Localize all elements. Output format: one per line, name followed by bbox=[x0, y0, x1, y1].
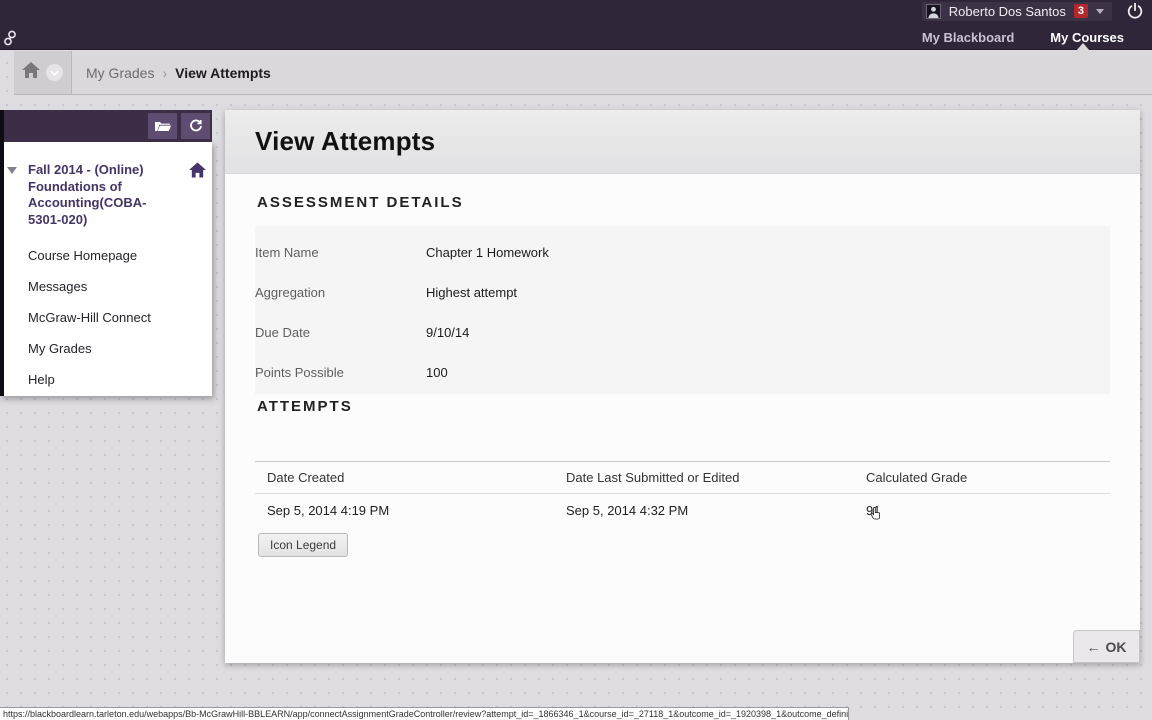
field-row-aggregation: Aggregation Highest attempt bbox=[255, 278, 1110, 318]
global-nav: My Blackboard My Courses bbox=[922, 24, 1124, 50]
breadcrumb-separator: › bbox=[162, 65, 167, 81]
sidebar-left-edge bbox=[0, 110, 4, 396]
field-label: Aggregation bbox=[255, 285, 426, 300]
attempts-heading: ATTEMPTS bbox=[257, 398, 1140, 415]
tab-my-blackboard[interactable]: My Blackboard bbox=[922, 30, 1014, 45]
column-header-calculated-grade: Calculated Grade bbox=[854, 462, 1110, 494]
notification-badge[interactable]: 3 bbox=[1074, 4, 1088, 18]
breadcrumb-item-my-grades[interactable]: My Grades bbox=[86, 65, 154, 81]
sidebar-item-my-grades[interactable]: My Grades bbox=[0, 333, 212, 364]
field-value: 9/10/14 bbox=[426, 325, 469, 340]
avatar bbox=[926, 4, 941, 19]
course-menu-folder-icon[interactable] bbox=[148, 113, 177, 139]
breadcrumb: My Grades › View Attempts bbox=[72, 65, 271, 81]
course-home-icon[interactable] bbox=[189, 162, 206, 178]
column-header-date-created: Date Created bbox=[255, 462, 554, 494]
sidebar-item-mcgraw-hill-connect[interactable]: McGraw-Hill Connect bbox=[0, 302, 212, 333]
user-menu[interactable]: Roberto Dos Santos 3 bbox=[922, 2, 1112, 21]
breadcrumb-expand-icon[interactable] bbox=[46, 64, 63, 81]
page-header: View Attempts bbox=[225, 110, 1140, 174]
sidebar-toolbar bbox=[0, 110, 212, 142]
column-header-date-submitted: Date Last Submitted or Edited bbox=[554, 462, 854, 494]
ok-button-label: OK bbox=[1106, 639, 1127, 655]
field-label: Due Date bbox=[255, 325, 426, 340]
refresh-icon[interactable] bbox=[181, 113, 210, 139]
course-title-link[interactable]: Fall 2014 - (Online) Foundations of Acco… bbox=[28, 162, 166, 228]
assessment-details-heading: ASSESSMENT DETAILS bbox=[257, 194, 1140, 211]
sidebar-item-help[interactable]: Help bbox=[0, 364, 212, 395]
attempts-table: Date Created Date Last Submitted or Edit… bbox=[255, 461, 1110, 527]
field-row-item-name: Item Name Chapter 1 Homework bbox=[255, 238, 1110, 278]
top-bar: Roberto Dos Santos 3 My Blackboard My Co… bbox=[0, 0, 1152, 50]
sidebar-item-messages[interactable]: Messages bbox=[0, 271, 212, 302]
course-menu: Course Homepage Messages McGraw-Hill Con… bbox=[0, 240, 212, 395]
home-icon[interactable] bbox=[22, 62, 40, 83]
content-panel: View Attempts ASSESSMENT DETAILS Item Na… bbox=[225, 110, 1140, 663]
icon-legend-button[interactable]: Icon Legend bbox=[258, 533, 348, 557]
field-row-points-possible: Points Possible 100 bbox=[255, 358, 1110, 384]
assessment-details-box: Item Name Chapter 1 Homework Aggregation… bbox=[255, 226, 1110, 394]
page-title: View Attempts bbox=[255, 126, 435, 157]
breadcrumb-bar: My Grades › View Attempts bbox=[14, 51, 1152, 95]
back-arrow-icon: ← bbox=[1087, 639, 1101, 655]
field-label: Item Name bbox=[255, 245, 426, 260]
attempts-table-header-row: Date Created Date Last Submitted or Edit… bbox=[255, 462, 1110, 494]
field-value: Chapter 1 Homework bbox=[426, 245, 549, 260]
link-icon[interactable] bbox=[3, 29, 17, 47]
attempt-row: Sep 5, 2014 4:19 PM Sep 5, 2014 4:32 PM … bbox=[255, 494, 1110, 528]
active-tab-notch bbox=[1076, 43, 1090, 51]
sidebar-item-course-homepage[interactable]: Course Homepage bbox=[0, 240, 212, 271]
attempt-grade-link[interactable]: 91 bbox=[854, 494, 1110, 528]
field-value: 100 bbox=[426, 365, 448, 380]
chevron-down-icon bbox=[1096, 9, 1104, 14]
field-value: Highest attempt bbox=[426, 285, 517, 300]
field-row-due-date: Due Date 9/10/14 bbox=[255, 318, 1110, 358]
mouse-hand-cursor-icon bbox=[870, 507, 883, 522]
ok-button[interactable]: ← OK bbox=[1073, 630, 1140, 663]
attempt-date-submitted: Sep 5, 2014 4:32 PM bbox=[554, 494, 854, 528]
user-name: Roberto Dos Santos bbox=[949, 4, 1066, 19]
logout-power-icon[interactable] bbox=[1126, 2, 1144, 20]
breadcrumb-item-current: View Attempts bbox=[175, 65, 271, 81]
browser-status-bar: https://blackboardlearn.tarleton.edu/web… bbox=[0, 707, 849, 720]
breadcrumb-home-box bbox=[14, 51, 72, 94]
course-sidebar: Fall 2014 - (Online) Foundations of Acco… bbox=[0, 142, 212, 396]
user-area: Roberto Dos Santos 3 bbox=[922, 0, 1144, 22]
collapse-course-menu-icon[interactable] bbox=[7, 167, 17, 174]
field-label: Points Possible bbox=[255, 365, 426, 380]
attempt-date-created: Sep 5, 2014 4:19 PM bbox=[255, 494, 554, 528]
